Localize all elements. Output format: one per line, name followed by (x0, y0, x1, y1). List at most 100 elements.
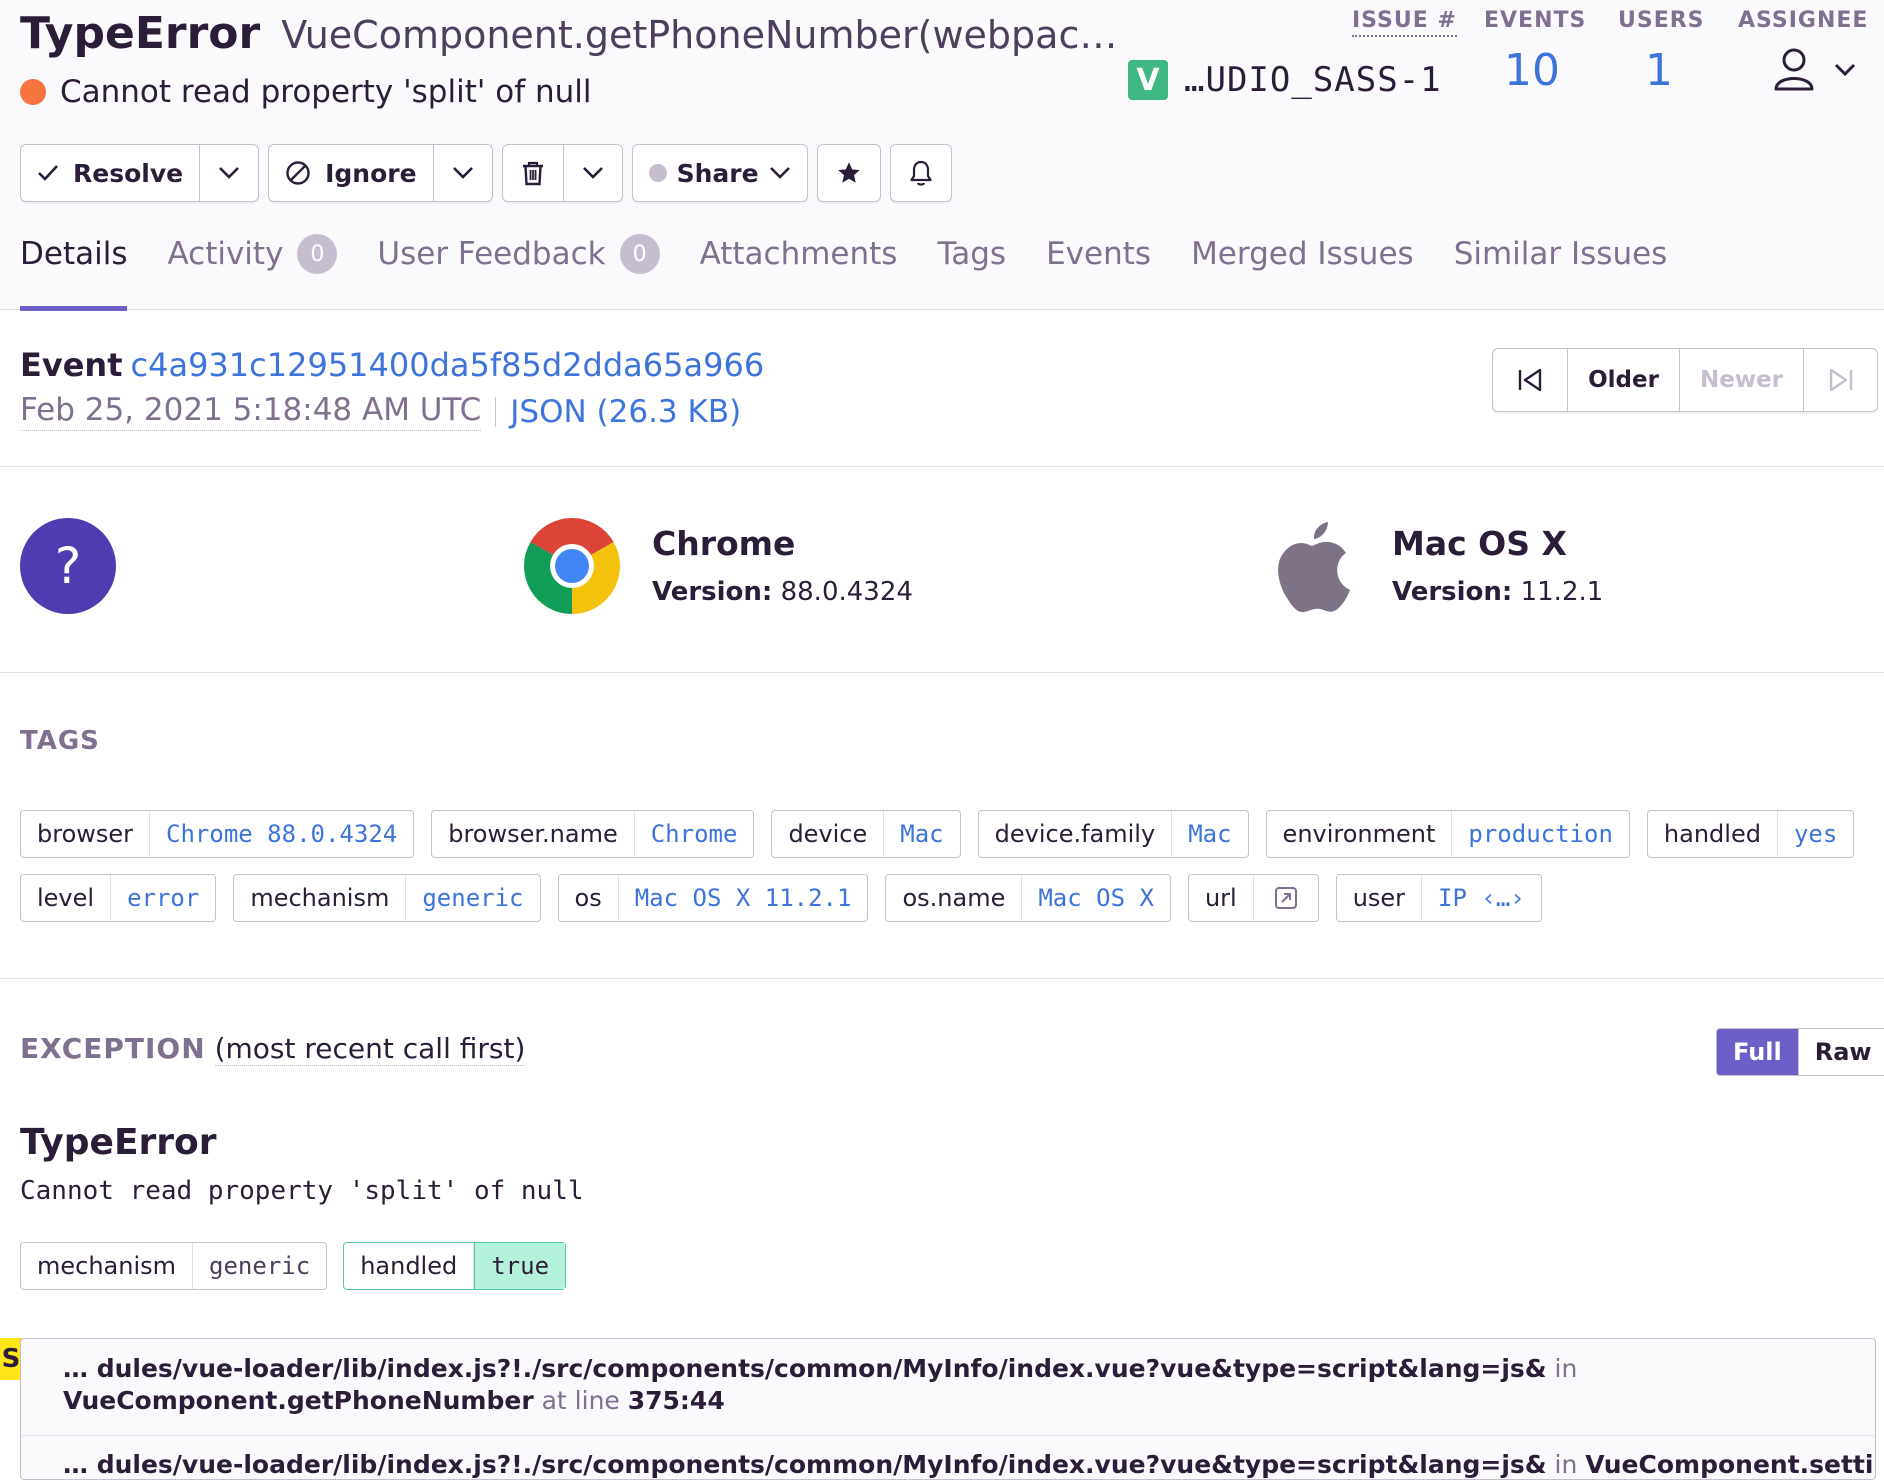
divider (495, 396, 497, 427)
newer-button[interactable]: Newer (1679, 349, 1803, 411)
chevron-down-icon (452, 166, 474, 180)
apple-icon (1270, 518, 1354, 614)
stack-frame[interactable]: … dules/vue-loader/lib/index.js?!./src/c… (21, 1353, 1875, 1417)
user-avatar[interactable]: ? (20, 518, 116, 614)
bookmark-button[interactable] (816, 144, 881, 202)
tag-value[interactable]: Mac (1172, 811, 1247, 857)
tag-pill[interactable]: url (1187, 874, 1319, 922)
tag-pill[interactable]: os.name Mac OS X (885, 874, 1171, 922)
tag-pill[interactable]: device.family Mac (977, 810, 1249, 858)
frame-file: … dules/vue-loader/lib/index.js?!./src/c… (63, 1450, 1547, 1479)
assignee-label: ASSIGNEE (1738, 8, 1869, 33)
ignore-dropdown[interactable] (432, 145, 492, 201)
tag-value[interactable]: Mac OS X 11.2.1 (619, 875, 868, 921)
issue-title: TypeError VueComponent.getPhoneNumber(we… (20, 8, 1117, 59)
users-count[interactable]: 1 (1618, 45, 1700, 96)
tab-similar-issues[interactable]: Similar Issues (1454, 236, 1668, 310)
user-icon (1772, 47, 1816, 93)
tag-value[interactable]: Mac (884, 811, 959, 857)
chevron-down-icon (218, 166, 240, 180)
resolve-button[interactable]: Resolve (21, 145, 199, 201)
delete-button-group (501, 144, 623, 202)
star-icon (836, 160, 862, 186)
tab-label: Similar Issues (1453, 236, 1668, 272)
issue-actions: Resolve Ignore Share (20, 144, 952, 202)
browser-name: Chrome (652, 524, 796, 563)
tag-key: url (1189, 875, 1254, 921)
json-link[interactable]: JSON (26.3 KB) (510, 394, 741, 430)
resolve-label: Resolve (73, 158, 184, 188)
tag-value[interactable]: production (1452, 811, 1629, 857)
tab-activity[interactable]: Activity 0 (167, 234, 338, 310)
tab-user-feedback[interactable]: User Feedback 0 (377, 234, 660, 310)
tag-value[interactable]: generic (406, 875, 539, 921)
events-count[interactable]: 10 (1484, 45, 1580, 96)
browser-version: 88.0.4324 (780, 577, 913, 607)
tag-pill[interactable]: mechanism generic (233, 874, 541, 922)
frame-function: VueComponent.getPhoneNumber (63, 1386, 534, 1415)
tag-pill[interactable]: os Mac OS X 11.2.1 (557, 874, 869, 922)
tag-key: device.family (979, 811, 1173, 857)
tab-merged-issues[interactable]: Merged Issues (1191, 236, 1414, 310)
tag-pill[interactable]: browser.name Chrome (431, 810, 755, 858)
tag-value[interactable]: Mac OS X (1022, 875, 1170, 921)
raw-button[interactable]: Raw (1797, 1029, 1884, 1075)
older-button[interactable]: Older (1567, 349, 1679, 411)
tab-attachments[interactable]: Attachments (700, 236, 898, 310)
subscribe-button[interactable] (889, 144, 952, 202)
event-meta: Feb 25, 2021 5:18:48 AM UTC JSON (26.3 K… (20, 392, 741, 431)
full-button[interactable]: Full (1717, 1029, 1798, 1075)
tab-tags[interactable]: Tags (937, 236, 1006, 310)
issue-function: VueComponent.getPhoneNumber(webpac… (281, 13, 1118, 57)
bell-icon (909, 159, 933, 187)
users-stat: USERS 1 (1618, 8, 1705, 118)
tag-value[interactable]: Chrome (635, 811, 754, 857)
vue-platform-icon: V (1128, 60, 1168, 100)
events-label: EVENTS (1484, 8, 1587, 33)
tag-pill[interactable]: browser Chrome 88.0.4324 (20, 810, 415, 858)
users-label: USERS (1618, 8, 1705, 33)
divider (0, 978, 1884, 979)
tag-value[interactable]: Chrome 88.0.4324 (150, 811, 413, 857)
issue-number-label: ISSUE # (1352, 8, 1457, 37)
tag-key: device (772, 811, 885, 857)
tab-events[interactable]: Events (1046, 236, 1151, 310)
tag-value[interactable] (1254, 875, 1318, 921)
tab-label: Merged Issues (1191, 236, 1414, 272)
event-id-link[interactable]: c4a931c12951400da5f85d2dda65a966 (131, 346, 765, 384)
chevron-down-icon (769, 166, 791, 180)
stack-frame[interactable]: … dules/vue-loader/lib/index.js?!./src/c… (21, 1449, 1875, 1479)
tab-label: Tags (937, 236, 1007, 272)
assignee-selector[interactable] (1772, 47, 1868, 93)
newest-button[interactable] (1803, 349, 1877, 411)
tag-value[interactable]: error (111, 875, 215, 921)
divider (0, 672, 1884, 673)
tag-pill[interactable]: device Mac (771, 810, 961, 858)
frame-in: in (1554, 1354, 1578, 1383)
delete-dropdown[interactable] (562, 145, 622, 201)
exception-value: Cannot read property 'split' of null (20, 1176, 584, 1206)
ignore-button[interactable]: Ignore (269, 145, 432, 201)
project-link[interactable]: V …UDIO_SASS-1 (1128, 60, 1442, 100)
resolve-dropdown[interactable] (199, 145, 258, 201)
events-stat: EVENTS 10 (1484, 8, 1587, 118)
share-button[interactable]: Share (631, 144, 808, 202)
os-version-label: Version: (1392, 577, 1513, 607)
share-status-dot (648, 164, 667, 182)
tag-pill[interactable]: user IP ‹…› (1335, 874, 1542, 922)
exception-order-toggle[interactable]: (most recent call first) (214, 1032, 526, 1066)
stacktrace-view-toggle: Full Raw (1716, 1028, 1884, 1076)
tag-pill[interactable]: environment production (1265, 810, 1630, 858)
chevron-down-icon (582, 166, 604, 180)
delete-button[interactable] (503, 145, 563, 201)
oldest-button[interactable] (1493, 349, 1567, 411)
tag-pill[interactable]: handled yes (1646, 810, 1855, 858)
first-page-icon (1516, 367, 1544, 393)
tag-value[interactable]: IP ‹…› (1422, 875, 1541, 921)
tab-details[interactable]: Details (20, 236, 128, 311)
tag-value[interactable]: yes (1778, 811, 1853, 857)
ignore-button-group: Ignore (268, 144, 493, 202)
tag-pill[interactable]: level error (20, 874, 217, 922)
os-version: 11.2.1 (1520, 577, 1604, 607)
frame-in: in (1554, 1450, 1578, 1479)
